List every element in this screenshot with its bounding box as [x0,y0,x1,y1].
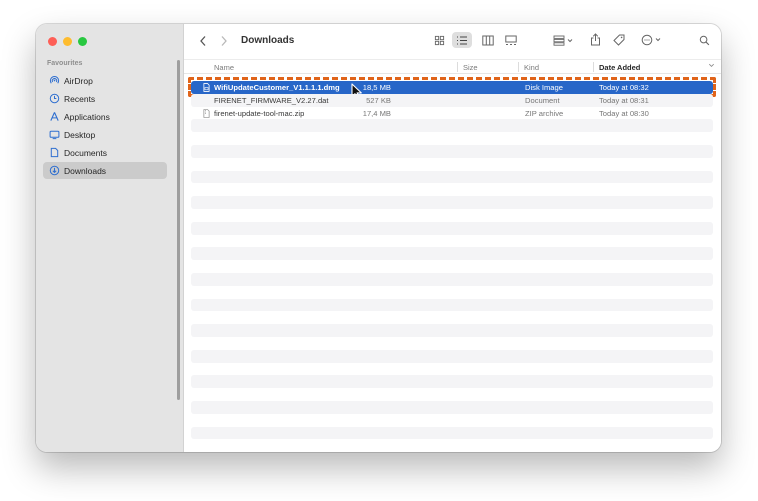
airdrop-icon [48,75,60,87]
window-title: Downloads [241,35,295,46]
finder-window: Favourites AirDrop Recents Applications [36,24,721,452]
empty-row [191,286,713,299]
empty-row [191,209,713,222]
file-date-added: Today at 08:32 [599,83,649,92]
sidebar-item-label: Desktop [64,129,96,140]
column-divider[interactable] [518,62,519,72]
empty-row [191,363,713,376]
sidebar-item-airdrop[interactable]: AirDrop [43,72,167,89]
tag-icon[interactable] [612,33,626,47]
sidebar-item-label: AirDrop [64,75,93,86]
sidebar-item-label: Recents [64,93,96,104]
empty-row [191,311,713,324]
sidebar-item-label: Documents [64,147,107,158]
sidebar-list: AirDrop Recents Applications Desktop Doc… [43,72,167,180]
back-icon[interactable] [198,34,208,48]
file-size: 527 KB [366,95,391,105]
file-size: 17,4 MB [362,108,391,118]
sort-chevron-icon[interactable] [708,62,715,71]
list-view-icon[interactable] [452,32,472,48]
column-divider[interactable] [593,62,594,72]
sidebar-scrollbar[interactable] [177,60,180,400]
sidebar-item-applications[interactable]: Applications [43,108,167,125]
column-divider[interactable] [457,62,458,72]
empty-row [191,119,713,133]
sidebar-item-label: Downloads [64,165,107,176]
download-icon [48,165,60,177]
sidebar-item-recents[interactable]: Recents [43,90,167,107]
file-date-added: Today at 08:30 [599,108,649,118]
file-name: WifiUpdateCustomer_V1.1.1.1.dmg [214,83,340,92]
file-row[interactable]: firenet-update-tool-mac.zip 17,4 MB ZIP ar… [191,107,713,120]
empty-row [191,388,713,401]
empty-row [191,349,713,363]
file-name: firenet-update-tool-mac.zip [214,108,305,118]
file-row[interactable]: WifiUpdateCustomer_V1.1.1.1.dmg 18,5 MB Di… [188,77,716,100]
search-icon[interactable] [697,33,711,47]
empty-row [191,375,713,389]
empty-row [191,183,713,196]
empty-row [191,196,713,209]
gallery-view-icon[interactable] [504,33,518,47]
zoom-button[interactable] [78,37,87,46]
file-date-added: Today at 08:31 [599,95,649,105]
empty-row [191,235,713,248]
file-kind: ZIP archive [525,108,564,118]
sidebar-item-label: Applications [64,111,110,122]
file-browser: Downloads Name Size Kind Date Added Wifi… [184,24,721,452]
empty-row [191,144,713,158]
icon-view-icon[interactable] [432,33,446,47]
file-size: 18,5 MB [362,83,391,92]
column-header: Name Size Kind Date Added [184,59,721,74]
forward-icon[interactable] [219,34,229,48]
share-icon[interactable] [588,32,602,47]
close-button[interactable] [48,37,57,46]
disk-image-icon [202,83,210,92]
column-name[interactable]: Name [214,63,234,72]
clock-icon [48,93,60,105]
window-controls [48,37,87,46]
applications-icon [48,111,60,123]
document-icon [48,147,60,159]
column-view-icon[interactable] [481,33,495,47]
sidebar-item-documents[interactable]: Documents [43,144,167,161]
empty-row [191,337,713,350]
empty-row [191,298,713,312]
empty-row [191,260,713,273]
file-icon [202,96,210,105]
column-size[interactable]: Size [463,63,478,72]
empty-row [191,400,713,414]
group-icon[interactable] [552,33,576,47]
empty-row [191,170,713,184]
sidebar-item-desktop[interactable]: Desktop [43,126,167,143]
column-kind[interactable]: Kind [524,63,539,72]
minimize-button[interactable] [63,37,72,46]
file-row[interactable]: FIRENET_FIRMWARE_V2.27.dat 527 KB Document… [191,93,713,107]
empty-row [191,132,713,145]
empty-row [191,158,713,171]
toolbar: Downloads [184,24,721,58]
file-kind: Disk Image [525,83,563,92]
empty-row [191,247,713,261]
empty-row [191,272,713,286]
sidebar-heading: Favourites [47,60,83,67]
empty-row [191,414,713,427]
empty-row [191,221,713,235]
more-icon[interactable] [640,33,664,47]
file-kind: Document [525,95,560,105]
empty-row [191,426,713,440]
desktop-icon [48,129,60,141]
zip-file-icon [202,108,210,118]
file-list: WifiUpdateCustomer_V1.1.1.1.dmg 18,5 MB Di… [188,77,716,440]
sidebar: Favourites AirDrop Recents Applications [36,24,184,452]
empty-row [191,324,713,337]
sidebar-item-downloads[interactable]: Downloads [43,162,167,179]
file-name: FIRENET_FIRMWARE_V2.27.dat [214,95,329,105]
column-date-added[interactable]: Date Added [599,63,640,72]
